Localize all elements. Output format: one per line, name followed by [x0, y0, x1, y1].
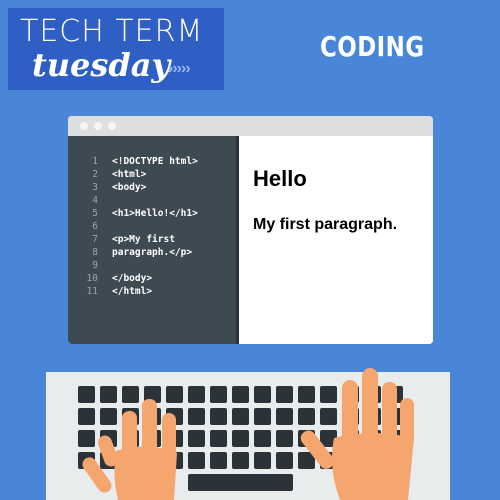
- rendered-preview: Hello My first paragraph.: [239, 136, 433, 344]
- tech-term-tuesday-badge: TECH TERM tuesday ›››››: [8, 8, 224, 90]
- keyboard-key[interactable]: [232, 430, 249, 447]
- topic-title: CODING: [320, 30, 425, 63]
- keyboard-key[interactable]: [254, 408, 271, 425]
- window-dot-icon[interactable]: [108, 122, 116, 130]
- preview-heading: Hello: [253, 166, 307, 191]
- browser-window: 1 <!DOCTYPE html> 2 <html> 3 <body> 4 5 <h1>…: [68, 116, 433, 344]
- keyboard-key[interactable]: [210, 452, 227, 469]
- hand-icon: [300, 368, 414, 500]
- hand-icon: [82, 399, 177, 500]
- keyboard-key[interactable]: [210, 430, 227, 447]
- keyboard-key[interactable]: [232, 386, 249, 403]
- window-dot-icon[interactable]: [94, 122, 102, 130]
- keyboard-key[interactable]: [188, 430, 205, 447]
- keyboard-key[interactable]: [188, 386, 205, 403]
- window-titlebar: [68, 116, 433, 136]
- keyboard-key[interactable]: [254, 430, 271, 447]
- keyboard-key[interactable]: [254, 386, 271, 403]
- badge-subtitle: tuesday: [32, 46, 171, 84]
- spacebar-key[interactable]: [188, 474, 293, 491]
- keyboard-key[interactable]: [232, 408, 249, 425]
- preview-paragraph: My first paragraph.: [253, 216, 398, 233]
- keyboard-key[interactable]: [210, 386, 227, 403]
- keyboard-key[interactable]: [188, 408, 205, 425]
- keyboard-key[interactable]: [210, 408, 227, 425]
- code-editor[interactable]: 1 <!DOCTYPE html> 2 <html> 3 <body> 4 5 <h1>…: [68, 136, 239, 344]
- keyboard-key[interactable]: [276, 408, 293, 425]
- keyboard-key[interactable]: [276, 430, 293, 447]
- keyboard-key[interactable]: [276, 386, 293, 403]
- keyboard-key[interactable]: [232, 452, 249, 469]
- badge-title: TECH TERM: [20, 14, 204, 49]
- window-dot-icon[interactable]: [80, 122, 88, 130]
- keyboard-key[interactable]: [276, 452, 293, 469]
- arrows-icon: ›››››: [168, 60, 191, 77]
- keyboard-key[interactable]: [188, 452, 205, 469]
- keyboard-key[interactable]: [254, 452, 271, 469]
